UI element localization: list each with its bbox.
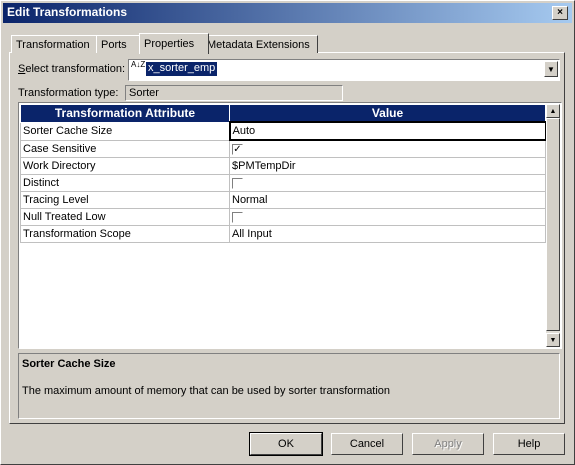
tab-label: Ports [101,38,127,51]
description-panel: Sorter Cache Size The maximum amount of … [18,353,560,419]
vertical-scrollbar[interactable]: ▲ ▼ [546,104,560,347]
scroll-up-icon[interactable]: ▲ [546,104,560,118]
attribute-cell: Sorter Cache Size [20,121,230,141]
attribute-cell: Distinct [20,174,230,192]
scroll-thumb[interactable] [546,118,560,331]
table-row[interactable]: Distinct [20,174,546,192]
attributes-table: Transformation Attribute Value Sorter Ca… [20,104,547,243]
value-cell[interactable] [229,174,546,192]
scroll-down-icon[interactable]: ▼ [546,333,560,347]
attribute-cell: Transformation Scope [20,225,230,243]
dialog-title: Edit Transformations [7,5,128,19]
value-cell[interactable] [229,208,546,226]
transformation-type-field: Sorter [125,85,343,101]
edit-transformations-dialog: Edit Transformations × Transformation Po… [0,0,575,465]
title-bar[interactable]: Edit Transformations × [3,3,572,23]
tab-transformation[interactable]: Transformation [11,35,97,53]
tab-ports[interactable]: Ports [96,35,144,53]
properties-grid: Transformation Attribute Value Sorter Ca… [18,102,562,349]
value-cell[interactable]: ✓ [229,139,546,158]
ok-button[interactable]: OK [249,432,323,456]
table-row[interactable]: Sorter Cache Size Auto [20,121,547,141]
tab-label: Transformation [16,38,90,51]
select-transformation-combo[interactable]: A↓Z x_sorter_emp ▼ [128,59,560,81]
attribute-cell: Work Directory [20,157,230,175]
sort-az-icon: A↓Z [131,60,146,69]
table-row[interactable]: Null Treated Low [20,208,546,226]
cancel-button[interactable]: Cancel [331,433,403,455]
description-text: The maximum amount of memory that can be… [22,385,391,397]
attribute-cell: Null Treated Low [20,208,230,226]
description-title: Sorter Cache Size [22,358,116,370]
transformation-type-label: Transformation type: [18,87,119,99]
apply-button[interactable]: Apply [412,433,484,455]
table-row[interactable]: Tracing Level Normal [20,191,546,209]
select-transformation-label: Select transformation: [18,63,125,75]
table-row[interactable]: Work Directory $PMTempDir [20,157,546,175]
tab-properties[interactable]: Properties [139,33,209,54]
value-cell[interactable]: Normal [229,191,546,209]
selected-transformation: x_sorter_emp [146,62,218,76]
value-cell[interactable]: All Input [229,225,546,243]
attribute-cell: Tracing Level [20,191,230,209]
column-header-value[interactable]: Value [229,104,546,123]
value-cell[interactable]: Auto [228,121,547,141]
attribute-cell: Case Sensitive [20,139,230,158]
table-row[interactable]: Case Sensitive ✓ [20,139,546,158]
column-header-attribute[interactable]: Transformation Attribute [20,104,230,123]
tab-metadata-extensions[interactable]: Metadata Extensions [202,35,318,53]
case-sensitive-checkbox[interactable]: ✓ [232,143,243,155]
table-row[interactable]: Transformation Scope All Input [20,225,546,243]
distinct-checkbox[interactable] [232,177,243,189]
close-button[interactable]: × [552,6,568,20]
tab-label: Properties [144,38,195,50]
tab-label: Metadata Extensions [207,38,310,51]
table-header-row: Transformation Attribute Value [20,104,546,123]
chevron-down-icon[interactable]: ▼ [544,61,558,77]
null-treated-low-checkbox[interactable] [232,211,243,223]
value-cell[interactable]: $PMTempDir [229,157,546,175]
help-button[interactable]: Help [493,433,565,455]
